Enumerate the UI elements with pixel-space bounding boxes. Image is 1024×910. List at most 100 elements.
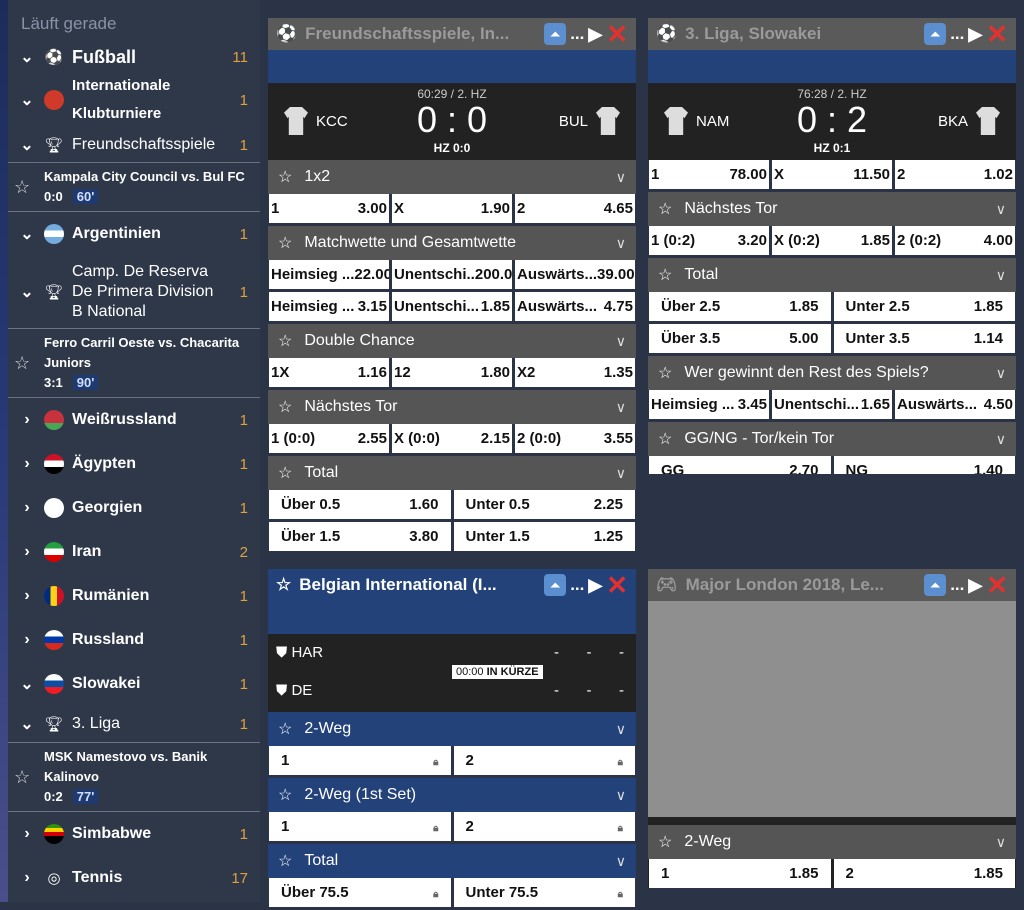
odds-button[interactable]: 1 1.85 xyxy=(649,859,831,888)
market-header[interactable]: ☆ 1x2 ∨ xyxy=(268,160,636,194)
sidebar-country[interactable]: › Ägypten 1 xyxy=(8,442,260,486)
star-icon[interactable]: ☆ xyxy=(278,233,292,253)
sidebar-sport-football[interactable]: ⌄ ⚽ Fußball 11 xyxy=(8,42,260,72)
market-header[interactable]: ☆ 2-Weg ∨ xyxy=(648,825,1016,859)
odds-button[interactable]: Auswärts... 4.75 xyxy=(515,292,635,321)
play-icon[interactable]: ▶ xyxy=(588,24,602,45)
sidebar-country[interactable]: › Iran 2 xyxy=(8,530,260,574)
star-icon[interactable]: ☆ xyxy=(658,265,672,285)
market-header[interactable]: ☆ Total ∨ xyxy=(268,456,636,490)
star-icon[interactable]: ☆ xyxy=(658,832,672,852)
odds-button[interactable]: Über 3.5 5.00 xyxy=(649,324,831,353)
sidebar-group-argentinien[interactable]: ⌄ Argentinien 1 xyxy=(8,212,260,256)
odds-button[interactable]: 2 🔒︎ xyxy=(453,746,635,775)
odds-button[interactable]: Unter 75.5 🔒︎ xyxy=(453,878,635,907)
odds-button[interactable]: 12 1.80 xyxy=(392,358,512,387)
market-header[interactable]: ☆ 2-Weg ∨ xyxy=(268,712,636,746)
market-header[interactable]: ☆ Matchwette und Gesamtwette ∨ xyxy=(268,226,636,260)
market-header[interactable]: ☆ Total ∨ xyxy=(268,844,636,878)
sidebar-match[interactable]: ☆ Kampala City Council vs. Bul FC 0:0 60' xyxy=(8,162,260,212)
odds-button[interactable]: Unter 1.5 1.25 xyxy=(453,522,635,551)
sidebar-sport-tennis[interactable]: › ◎ Tennis 17 xyxy=(8,856,260,900)
star-icon[interactable]: ☆ xyxy=(658,429,672,449)
star-icon[interactable]: ☆ xyxy=(278,463,292,483)
odds-button[interactable]: GG 2.70 xyxy=(649,456,831,474)
odds-button[interactable]: Heimsieg ... 3.15 xyxy=(269,292,389,321)
odds-button[interactable]: Unter 3.5 1.14 xyxy=(833,324,1015,353)
star-icon[interactable]: ☆ xyxy=(276,575,291,595)
odds-button[interactable]: NG 1.40 xyxy=(833,456,1015,474)
market-header[interactable]: ☆ Wer gewinnt den Rest des Spiels? ∨ xyxy=(648,356,1016,390)
close-icon[interactable]: ✕ xyxy=(606,570,628,601)
odds-button[interactable]: X (0:0) 2.15 xyxy=(392,424,512,453)
sidebar-country[interactable]: › Weißrussland 1 xyxy=(8,398,260,442)
odds-button[interactable]: Auswärts... 39.00 xyxy=(515,260,635,289)
star-icon[interactable]: ☆ xyxy=(278,719,292,739)
collapse-up-icon[interactable]: ⏶ xyxy=(544,574,567,596)
odds-button[interactable]: Unter 2.5 1.85 xyxy=(833,292,1015,321)
collapse-up-icon[interactable]: ⏶ xyxy=(924,23,947,45)
star-icon[interactable]: ☆ xyxy=(278,397,292,417)
odds-button[interactable]: 1X 1.16 xyxy=(269,358,389,387)
odds-button[interactable]: Über 2.5 1.85 xyxy=(649,292,831,321)
odds-button[interactable]: Unentschi... 1.85 xyxy=(392,292,512,321)
odds-button[interactable]: X2 1.35 xyxy=(515,358,635,387)
sidebar-country[interactable]: › Georgien 1 xyxy=(8,486,260,530)
close-icon[interactable]: ✕ xyxy=(986,570,1008,601)
odds-button[interactable]: X (0:2) 1.85 xyxy=(772,226,892,255)
sidebar-league-freundschaftsspiele[interactable]: ⌄ 🏆︎ Freundschaftsspiele 1 xyxy=(8,128,260,162)
odds-button[interactable]: 1 78.00 xyxy=(649,160,769,189)
odds-button[interactable]: X 11.50 xyxy=(772,160,892,189)
sidebar-country[interactable]: › Rumänien 1 xyxy=(8,574,260,618)
star-icon[interactable]: ☆ xyxy=(278,785,292,805)
star-icon[interactable]: ☆ xyxy=(658,363,672,383)
sidebar-country-simbabwe[interactable]: › Simbabwe 1 xyxy=(8,812,260,856)
sidebar-group-international[interactable]: ⌄ Internationale Klubturniere 1 xyxy=(8,72,260,128)
odds-button[interactable]: 1 🔒︎ xyxy=(269,746,451,775)
odds-button[interactable]: 2 (0:2) 4.00 xyxy=(895,226,1015,255)
sidebar-league-3-liga[interactable]: ⌄ 🏆︎ 3. Liga 1 xyxy=(8,706,260,742)
market-header[interactable]: ☆ Nächstes Tor ∨ xyxy=(268,390,636,424)
odds-button[interactable]: 1 (0:0) 2.55 xyxy=(269,424,389,453)
odds-button[interactable]: 2 🔒︎ xyxy=(453,812,635,841)
odds-button[interactable]: 1 (0:2) 3.20 xyxy=(649,226,769,255)
odds-button[interactable]: Auswärts... 4.50 xyxy=(895,390,1015,419)
odds-button[interactable]: Unter 0.5 2.25 xyxy=(453,490,635,519)
odds-button[interactable]: 2 (0:0) 3.55 xyxy=(515,424,635,453)
star-icon[interactable]: ☆ xyxy=(278,331,292,351)
star-icon[interactable]: ☆ xyxy=(278,167,292,187)
play-icon[interactable]: ▶ xyxy=(968,575,982,596)
close-icon[interactable]: ✕ xyxy=(606,19,628,50)
sidebar-league-reserva[interactable]: ⌄ 🏆︎ Camp. De Reserva De Primera Divisio… xyxy=(8,256,260,328)
more-button[interactable]: ... xyxy=(950,575,964,595)
star-icon[interactable]: ☆ xyxy=(14,353,44,374)
odds-button[interactable]: 1 3.00 xyxy=(269,194,389,223)
star-icon[interactable]: ☆ xyxy=(14,767,44,788)
odds-button[interactable]: Heimsieg ... 22.00 xyxy=(269,260,389,289)
market-header[interactable]: ☆ Nächstes Tor ∨ xyxy=(648,192,1016,226)
market-header[interactable]: ☆ Double Chance ∨ xyxy=(268,324,636,358)
more-button[interactable]: ... xyxy=(950,24,964,44)
collapse-up-icon[interactable]: ⏶ xyxy=(544,23,567,45)
play-icon[interactable]: ▶ xyxy=(588,575,602,596)
odds-button[interactable]: Über 1.5 3.80 xyxy=(269,522,451,551)
sidebar-match[interactable]: ☆ Ferro Carril Oeste vs. Chacarita Junio… xyxy=(8,328,260,398)
odds-button[interactable]: 2 4.65 xyxy=(515,194,635,223)
odds-button[interactable]: Unentschi..200.00 xyxy=(392,260,512,289)
odds-button[interactable]: Über 75.5 🔒︎ xyxy=(269,878,451,907)
odds-button[interactable]: 2 1.02 xyxy=(895,160,1015,189)
sidebar-country[interactable]: › Russland 1 xyxy=(8,618,260,662)
star-icon[interactable]: ☆ xyxy=(278,851,292,871)
collapse-up-icon[interactable]: ⏶ xyxy=(924,574,947,596)
star-icon[interactable]: ☆ xyxy=(658,199,672,219)
sidebar-country-slowakei[interactable]: ⌄ Slowakei 1 xyxy=(8,662,260,706)
market-header[interactable]: ☆ 2-Weg (1st Set) ∨ xyxy=(268,778,636,812)
odds-button[interactable]: 2 1.85 xyxy=(833,859,1015,888)
odds-button[interactable]: X 1.90 xyxy=(392,194,512,223)
market-header[interactable]: ☆ GG/NG - Tor/kein Tor ∨ xyxy=(648,422,1016,456)
odds-button[interactable]: Unentschi... 1.65 xyxy=(772,390,892,419)
more-button[interactable]: ... xyxy=(570,575,584,595)
play-icon[interactable]: ▶ xyxy=(968,24,982,45)
odds-button[interactable]: 1 🔒︎ xyxy=(269,812,451,841)
more-button[interactable]: ... xyxy=(570,24,584,44)
